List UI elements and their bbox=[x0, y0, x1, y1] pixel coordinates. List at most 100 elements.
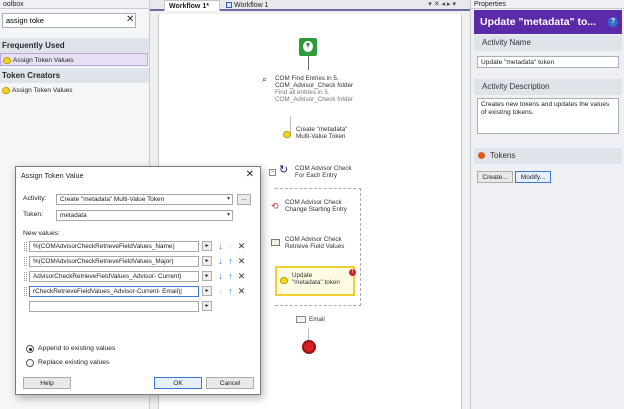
token-select[interactable]: metadata ▾ bbox=[56, 210, 233, 221]
value-field-1[interactable]: %(COMAdvisorCheckRetrieveFieldValues_Nam… bbox=[29, 241, 199, 252]
token-select-value: metadata bbox=[60, 212, 87, 219]
drag-handle-icon[interactable] bbox=[24, 287, 27, 296]
start-node-icon[interactable] bbox=[299, 38, 317, 56]
value-field-4[interactable]: rCheckRetrieveFieldValues_Advisor-Curren… bbox=[29, 286, 199, 297]
step-for-each[interactable]: − ↻ COM Advisor Check For Each Entry bbox=[269, 165, 409, 187]
group-frequently-used[interactable]: Frequently Used bbox=[0, 38, 149, 53]
move-up-icon[interactable]: ↑ bbox=[226, 271, 235, 281]
append-radio[interactable] bbox=[26, 345, 34, 353]
step-retrieve-field-values[interactable]: COM Advisor Check Retrieve Field Values bbox=[271, 236, 401, 258]
move-up-icon[interactable]: ↑ bbox=[226, 286, 235, 296]
section-label: Activity Name bbox=[482, 38, 531, 47]
tab-controls-icon[interactable]: ▾ ✕ ◂ ▸ ▾ bbox=[428, 0, 456, 10]
value-field-3[interactable]: AdvisorCheckRetrieveFieldValues_Advisor-… bbox=[29, 271, 199, 282]
step-label: COM Advisor Check For Each Entry bbox=[295, 165, 352, 179]
properties-header: Update "metadata" to... ? bbox=[474, 10, 622, 34]
step-label: Create "metadata" Multi-Value Token bbox=[296, 126, 348, 140]
loop-icon: ↻ bbox=[279, 164, 289, 176]
assign-token-value-dialog: Assign Token Value ✕ Activity: Create "m… bbox=[15, 166, 261, 395]
properties-title: Properties bbox=[471, 0, 624, 9]
browse-button[interactable]: ... bbox=[237, 194, 251, 205]
document-tabs: Workflow 1* Workflow 1 ▾ ✕ ◂ ▸ ▾ bbox=[150, 0, 470, 11]
binoculars-icon: ⌕ bbox=[262, 74, 268, 84]
toolbox-item-assign-token-values-2[interactable]: Assign Token Values bbox=[0, 84, 148, 97]
step-change-starting-entry[interactable]: ⟲ COM Advisor Check Change Starting Entry bbox=[271, 199, 401, 221]
ok-button[interactable]: OK bbox=[154, 377, 202, 389]
token-icon bbox=[2, 87, 10, 94]
toolbox-item-label: Assign Token Values bbox=[13, 57, 74, 64]
step-description: Find all entries in 5. COM_Advisor_Check … bbox=[275, 89, 354, 103]
drag-handle-icon[interactable] bbox=[24, 242, 27, 251]
step-label: Email bbox=[309, 316, 325, 323]
connector bbox=[308, 56, 309, 70]
help-icon[interactable]: ? bbox=[608, 17, 618, 27]
move-up-icon[interactable]: ↑ bbox=[226, 256, 235, 266]
activity-name-field[interactable]: Update "metadata" token bbox=[477, 56, 619, 68]
activity-description-value: Creates new tokens and updates the value… bbox=[481, 101, 610, 116]
step-label: COM Find Entries in 5. COM_Advisor_Check … bbox=[275, 75, 354, 89]
drag-handle-icon[interactable] bbox=[24, 257, 27, 266]
group-header-label: Frequently Used bbox=[2, 41, 65, 50]
new-values-label: New values: bbox=[23, 230, 61, 237]
warning-icon[interactable]: ! bbox=[349, 269, 356, 276]
step-label: COM Advisor Check Retrieve Field Values bbox=[285, 236, 345, 250]
toolbox-item-assign-token-values[interactable]: Assign Token Values bbox=[0, 53, 148, 66]
step-find-entries[interactable]: ⌕ COM Find Entries in 5. COM_Advisor_Chec… bbox=[262, 72, 412, 112]
drag-handle-icon[interactable] bbox=[24, 272, 27, 281]
help-button[interactable]: Help bbox=[23, 377, 71, 389]
activity-description-section[interactable]: Activity Description bbox=[474, 79, 622, 95]
modify-button[interactable]: Modify... bbox=[515, 171, 551, 183]
activity-select[interactable]: Create "metadata" Multi-Value Token ▾ bbox=[56, 194, 233, 205]
tab-label: Workflow 1 bbox=[234, 2, 269, 9]
value-text: %(COMAdvisorCheckRetrieveFieldValues_Nam… bbox=[33, 243, 175, 250]
append-label: Append to existing values bbox=[38, 345, 116, 352]
group-token-creators[interactable]: Token Creators bbox=[0, 68, 149, 83]
cancel-button[interactable]: Cancel bbox=[206, 377, 254, 389]
step-update-token[interactable]: Update "metadata" token ! bbox=[275, 266, 356, 296]
toolbox-search-input[interactable] bbox=[2, 13, 136, 28]
token-label: Token: bbox=[23, 211, 44, 218]
delete-icon[interactable]: ✕ bbox=[237, 271, 246, 281]
tab-workflow-1-modified[interactable]: Workflow 1* bbox=[164, 0, 220, 11]
replace-label: Replace existing values bbox=[38, 359, 110, 366]
step-email[interactable]: Email bbox=[296, 314, 356, 328]
properties-header-label: Update "metadata" to... bbox=[480, 16, 597, 28]
create-button[interactable]: Create... bbox=[477, 171, 513, 183]
group-header-label: Token Creators bbox=[2, 71, 61, 80]
insert-token-button[interactable]: ▸ bbox=[202, 286, 212, 296]
email-icon bbox=[296, 316, 306, 323]
move-down-icon[interactable]: ↓ bbox=[216, 256, 225, 266]
clear-search-icon[interactable]: ✕ bbox=[126, 14, 134, 26]
insert-token-button[interactable]: ▸ bbox=[202, 271, 212, 281]
insert-token-button[interactable]: ▸ bbox=[202, 301, 212, 311]
value-field-2[interactable]: %(COMAdvisorCheckRetrieveFieldValues_Maj… bbox=[29, 256, 199, 267]
delete-icon[interactable]: ✕ bbox=[237, 241, 246, 251]
retrieve-fields-icon bbox=[271, 239, 280, 246]
toolbox-item-label: Assign Token Values bbox=[12, 87, 73, 94]
activity-name-value: Update "metadata" token bbox=[481, 59, 555, 66]
activity-description-field[interactable]: Creates new tokens and updates the value… bbox=[477, 98, 619, 134]
insert-token-button[interactable]: ▸ bbox=[202, 256, 212, 266]
move-down-icon[interactable]: ↓ bbox=[216, 271, 225, 281]
step-create-token[interactable]: Create "metadata" Multi-Value Token bbox=[281, 126, 401, 148]
move-down-icon[interactable]: ↓ bbox=[216, 241, 225, 251]
insert-token-button[interactable]: ▸ bbox=[202, 241, 212, 251]
tokens-section[interactable]: Tokens bbox=[474, 148, 622, 164]
token-icon bbox=[280, 277, 288, 284]
tab-workflow-1[interactable]: Workflow 1 bbox=[222, 0, 282, 11]
dialog-title: Assign Token Value bbox=[21, 171, 84, 180]
close-icon[interactable]: ✕ bbox=[246, 169, 254, 180]
chevron-down-icon: ▾ bbox=[226, 196, 230, 202]
activity-label: Activity: bbox=[23, 195, 47, 202]
new-value-field[interactable] bbox=[29, 301, 199, 312]
value-text: %(COMAdvisorCheckRetrieveFieldValues_Maj… bbox=[33, 258, 174, 265]
workflow-icon bbox=[226, 2, 232, 8]
delete-icon[interactable]: ✕ bbox=[237, 256, 246, 266]
stop-node-icon[interactable] bbox=[302, 340, 316, 354]
replace-radio[interactable] bbox=[26, 359, 34, 367]
activity-name-section[interactable]: Activity Name bbox=[474, 35, 622, 51]
section-label: Tokens bbox=[490, 151, 516, 160]
token-icon bbox=[3, 57, 11, 64]
collapse-icon[interactable]: − bbox=[269, 169, 276, 176]
delete-icon[interactable]: ✕ bbox=[237, 286, 246, 296]
